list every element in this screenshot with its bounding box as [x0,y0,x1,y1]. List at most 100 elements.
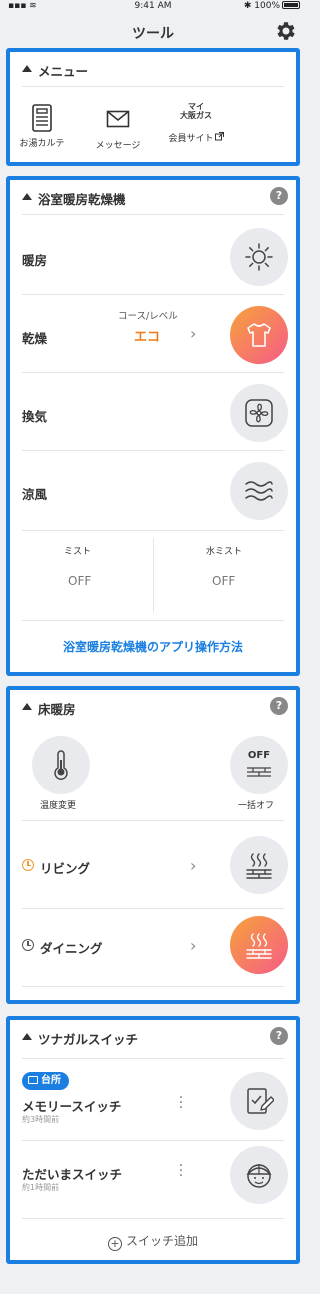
floor-title: 床暖房 [38,702,76,717]
divider [22,372,284,373]
wind-icon [245,481,273,501]
all-off-button[interactable]: OFF [230,736,288,794]
room-name-dining[interactable]: ダイニング [40,938,103,957]
help-icon[interactable]: ? [270,187,288,205]
menu-item-label: 会員サイト [168,134,214,144]
divider [22,1058,284,1059]
battery-percent: 100% [254,1,280,11]
divider [22,986,284,987]
menu-item-member-site[interactable]: マイ 大阪ガス 会員サイト [160,102,232,144]
menu-item-message[interactable]: メッセージ [82,110,154,151]
chevron-right-icon[interactable]: › [190,936,196,955]
collapse-triangle-icon [22,193,32,200]
mist-value[interactable]: OFF [68,574,91,588]
divider [22,214,284,215]
location-badge: 台所 [22,1072,69,1090]
plus-circle-icon: + [107,1237,122,1251]
switch-time: 約1時間前 [22,1183,60,1192]
switch-time: 約3時間前 [22,1115,60,1124]
menu-item-karte[interactable]: お湯カルテ [12,104,72,149]
menu-card: メニュー お湯カルテ メッセージ マイ 大阪ガス 会員サイト [6,48,300,166]
cool-breeze-label: 涼風 [22,487,48,502]
switch-card-header[interactable]: ツナガルスイッチ ? [10,1020,296,1054]
battery-icon [282,1,300,9]
course-value[interactable]: エコ [134,326,160,345]
thermometer-icon [54,750,68,780]
bathroom-title: 浴室暖房乾燥機 [38,192,126,207]
collapse-triangle-icon [22,65,32,72]
divider [22,1218,284,1219]
chevron-right-icon[interactable]: › [190,324,196,343]
collapse-triangle-icon [22,703,32,710]
more-options-icon[interactable]: · · · [178,1159,184,1183]
child-face-icon [246,1164,272,1188]
divider [22,908,284,909]
ventilation-label: 換気 [22,409,48,424]
cool-breeze-button[interactable] [230,462,288,520]
menu-card-header[interactable]: メニュー [10,52,296,86]
switch-tadaima-button[interactable] [230,1146,288,1204]
shirt-icon [247,323,271,347]
bathroom-card-header[interactable]: 浴室暖房乾燥機 ? [10,180,296,214]
divider [22,820,284,821]
floor-card-header[interactable]: 床暖房 ? [10,690,296,724]
floor-heat-dining-button[interactable] [230,916,288,974]
external-link-icon [214,132,224,141]
add-switch-label: スイッチ追加 [125,1234,198,1248]
bluetooth-icon: ✱ [243,1,252,11]
app-guide-link[interactable]: 浴室暖房乾燥機のアプリ操作方法 [10,638,296,655]
water-mist-label: 水ミスト [206,547,243,557]
floor-off-icon [247,767,271,777]
divider [22,1140,284,1141]
heating-label: 暖房 [22,253,48,268]
app-header: ツール [0,14,306,48]
divider [22,450,284,451]
mist-label: ミスト [64,547,92,557]
my-osakagas-logo: マイ 大阪ガス [180,102,212,120]
temperature-change-button[interactable] [32,736,90,794]
add-switch-button[interactable]: + スイッチ追加 [10,1232,296,1251]
drying-label: 乾燥 [22,331,48,346]
all-off-label: 一括オフ [238,801,275,811]
envelope-icon [106,110,130,128]
menu-title: メニュー [38,64,89,79]
tsunagaru-switch-card: ツナガルスイッチ ? 台所 メモリースイッチ 約3時間前 · · · ただいまスイッ… [6,1016,300,1264]
help-icon[interactable]: ? [270,697,288,715]
switch-title: ツナガルスイッチ [38,1032,139,1047]
divider [153,538,154,612]
temperature-change-label: 温度変更 [40,801,77,811]
help-icon[interactable]: ? [270,1027,288,1045]
divider [22,620,284,621]
floor-heat-icon [246,933,272,959]
menu-item-label: お湯カルテ [19,139,65,149]
timer-clock-icon [22,939,34,951]
status-bar: ▪▪▪ ≋ 9:41 AM ✱ 100% [0,0,306,14]
chevron-right-icon[interactable]: › [190,856,196,875]
bathroom-dryer-card: 浴室暖房乾燥機 ? 暖房 乾燥 コース/レベル エコ › 換気 涼風 ミスト O… [6,176,300,676]
gear-icon[interactable] [274,19,298,43]
clipboard-edit-icon [247,1088,274,1114]
page-title: ツール [132,26,174,42]
battery-status: ✱ 100% [244,1,300,11]
ventilation-button[interactable] [230,384,288,442]
more-options-icon[interactable]: · · · [178,1091,184,1115]
heating-button[interactable] [230,228,288,286]
divider [22,86,284,87]
off-text: OFF [247,750,271,761]
divider [22,530,284,531]
course-level-label: コース/レベル [118,311,178,322]
room-name-living[interactable]: リビング [40,858,90,877]
document-icon [32,104,52,132]
drying-button[interactable] [230,306,288,364]
water-mist-value[interactable]: OFF [212,574,235,588]
collapse-triangle-icon [22,1033,32,1040]
floor-heating-card: 床暖房 ? 温度変更 OFF 一括オフ リビング › ダイニング › [6,686,300,1004]
timer-clock-icon [22,859,34,871]
floor-heat-living-button[interactable] [230,836,288,894]
switch-name-tadaima[interactable]: ただいまスイッチ [22,1164,122,1183]
fan-icon [245,399,273,427]
floor-heat-icon [246,853,272,879]
switch-name-memory[interactable]: メモリースイッチ [22,1096,121,1115]
switch-memory-button[interactable] [230,1072,288,1130]
menu-item-label: メッセージ [95,141,141,151]
